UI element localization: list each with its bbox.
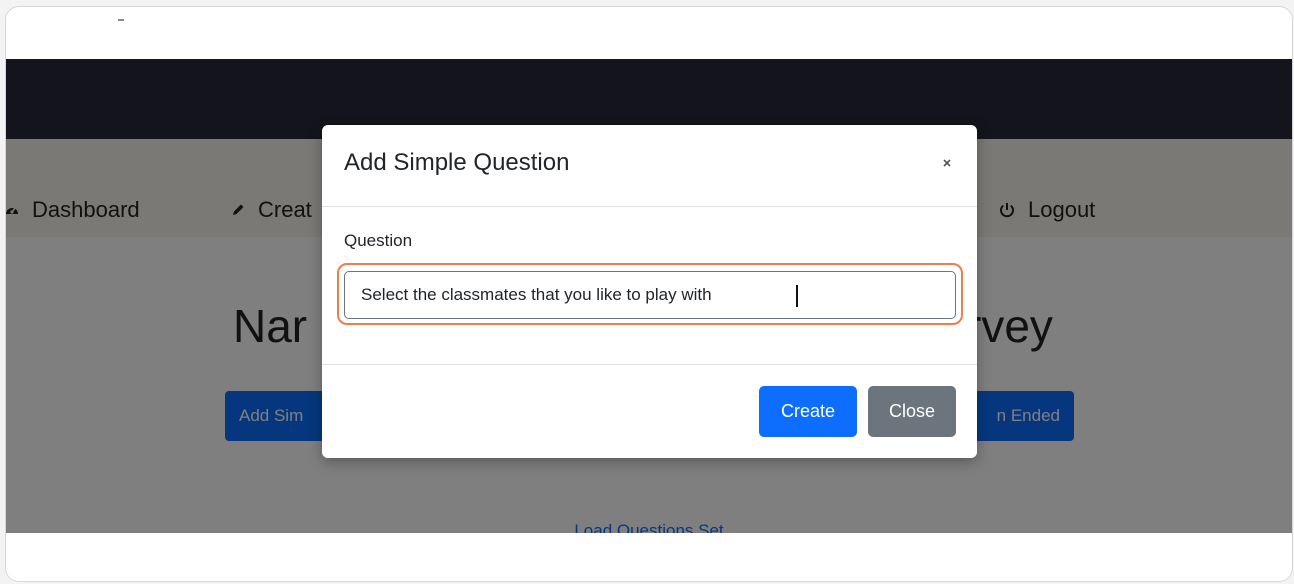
close-icon[interactable] — [939, 155, 955, 171]
question-label: Question — [344, 231, 413, 250]
dialog-footer: Create Close — [322, 364, 977, 458]
page-viewport: Dashboard Creat Logout — [6, 59, 1292, 533]
close-button[interactable]: Close — [868, 386, 956, 437]
dialog-header: Add Simple Question — [322, 125, 977, 207]
browser-frame: Dashboard Creat Logout — [5, 6, 1293, 582]
create-button[interactable]: Create — [759, 386, 857, 437]
text-caret — [796, 285, 798, 307]
add-question-dialog: Add Simple Question Question Create Clos… — [322, 125, 977, 458]
question-input[interactable] — [344, 271, 956, 319]
title-bar-mark — [118, 19, 124, 21]
dialog-title: Add Simple Question — [344, 149, 570, 176]
